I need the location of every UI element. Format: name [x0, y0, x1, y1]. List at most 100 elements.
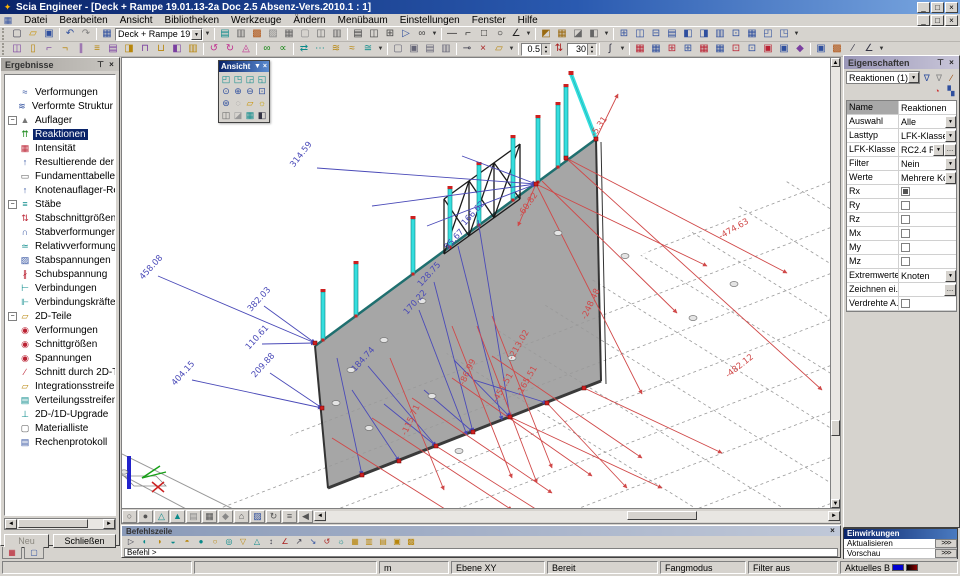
- tree-item-materialliste[interactable]: ▢Materialliste: [5, 421, 115, 435]
- checkbox-verdrehte a...[interactable]: [901, 299, 910, 308]
- grid-a-icon[interactable]: ▦: [348, 537, 362, 548]
- project-combo-more[interactable]: ▼: [203, 27, 212, 41]
- scale-apply-icon[interactable]: ⇅: [551, 42, 567, 56]
- project-combo[interactable]: Deck + Rampe 19.01▼: [115, 28, 203, 41]
- view-axo-icon[interactable]: ◱: [256, 73, 268, 85]
- coord-rotate-icon[interactable]: ↺: [320, 537, 334, 548]
- coord-polar-icon[interactable]: ☼: [334, 537, 348, 548]
- scroll-down-icon[interactable]: ▼: [831, 499, 840, 508]
- filter-a-icon[interactable]: ∇: [921, 72, 932, 84]
- window-tile-dropdown[interactable]: ▼: [792, 27, 801, 41]
- tree-item-2d-1d-upgrade[interactable]: ⊥2D-/1D-Upgrade: [5, 407, 115, 421]
- checkbox-rz[interactable]: [901, 215, 910, 224]
- print-group-dropdown[interactable]: ▼: [430, 27, 439, 41]
- ellipsis-button[interactable]: …: [944, 144, 956, 156]
- load-case-1-icon[interactable]: ▦: [632, 42, 648, 56]
- hscroll-left-icon[interactable]: ◄: [314, 511, 326, 521]
- window-tile-9-icon[interactable]: ▦: [744, 27, 760, 41]
- edit-icon[interactable]: ∕: [946, 72, 957, 84]
- window-tile-5-icon[interactable]: ◧: [680, 27, 696, 41]
- line-tool-icon[interactable]: —: [444, 27, 460, 41]
- minimize-button[interactable]: _: [917, 2, 930, 13]
- tree-item-schubspannung[interactable]: ∦Schubspannung: [5, 267, 115, 281]
- load-case-4-icon[interactable]: ⊞: [680, 42, 696, 56]
- show-results-icon[interactable]: ▨: [250, 510, 265, 523]
- wall-icon[interactable]: ∥: [73, 42, 89, 56]
- snap-grid-icon[interactable]: ○: [208, 537, 222, 548]
- schliessen-button[interactable]: Schließen: [53, 534, 116, 548]
- property-value[interactable]: Alle▼: [899, 115, 956, 128]
- load-case-2-icon[interactable]: ▦: [648, 42, 664, 56]
- tree-item-verbindungen[interactable]: ⊢Verbindungen: [5, 281, 115, 295]
- close-button[interactable]: ×: [945, 2, 958, 13]
- window-tile-8-icon[interactable]: ⊡: [728, 27, 744, 41]
- ellipsis-button[interactable]: …: [944, 284, 956, 296]
- menu-hilfe[interactable]: Hilfe: [512, 14, 544, 27]
- tree-item-relativverformung[interactable]: ≃Relativverformung: [5, 239, 115, 253]
- load-panel-icon[interactable]: ▣: [776, 42, 792, 56]
- panel-icon[interactable]: ⊔: [153, 42, 169, 56]
- tree-item-resultierende-der-reaktione[interactable]: ↑Resultierende der Reaktione: [5, 155, 115, 169]
- pin-icon[interactable]: ⊤: [95, 60, 106, 70]
- attachment-icon[interactable]: ∞: [414, 27, 430, 41]
- light-icon[interactable]: ☼: [256, 97, 268, 109]
- snap-center-icon[interactable]: ◒: [166, 537, 180, 548]
- tree-item-intensit-t[interactable]: ▦Intensität: [5, 141, 115, 155]
- show-local-axes-icon[interactable]: ⌂: [234, 510, 249, 523]
- rectangle-tool-icon[interactable]: □: [476, 27, 492, 41]
- menu-werkzeuge[interactable]: Werkzeuge: [225, 14, 287, 27]
- support-node[interactable]: [313, 341, 317, 345]
- scroll-thumb[interactable]: [18, 519, 88, 528]
- tree-item-fundamenttabelle[interactable]: ▭Fundamenttabelle: [5, 169, 115, 183]
- coord-angle-icon[interactable]: ∠: [278, 537, 292, 548]
- results-dropdown[interactable]: ▼: [877, 42, 886, 56]
- beam-member-icon[interactable]: ◫: [9, 42, 25, 56]
- undo-icon[interactable]: ↶: [62, 27, 78, 41]
- ansicht-palette-header[interactable]: Ansicht ▼ ×: [219, 61, 269, 72]
- new-document-icon[interactable]: ▢: [9, 27, 25, 41]
- edit-angle-icon[interactable]: ∠: [861, 42, 877, 56]
- tree-item-verformungen[interactable]: ≈Verformungen: [5, 85, 115, 99]
- open-folder-icon[interactable]: ▱: [25, 27, 41, 41]
- window-tile-6-icon[interactable]: ◨: [696, 27, 712, 41]
- support-node[interactable]: [582, 386, 586, 390]
- view-params-icon[interactable]: ≡: [282, 510, 297, 523]
- support-node[interactable]: [397, 459, 401, 463]
- tree-item-integrationsstreifen[interactable]: ▱Integrationsstreifen: [5, 379, 115, 393]
- chevron-down-icon[interactable]: ▼: [945, 172, 956, 184]
- tree-item-stabschnittgr-en[interactable]: ⇅Stabschnittgrößen: [5, 211, 115, 225]
- window-tile-7-icon[interactable]: ▥: [712, 27, 728, 41]
- child-restore-button[interactable]: □: [931, 15, 944, 26]
- calculator-icon[interactable]: ⊞: [382, 27, 398, 41]
- palette-close-icon[interactable]: ×: [263, 63, 267, 70]
- close-icon[interactable]: ×: [946, 58, 957, 68]
- tree-item-rechenprotokoll[interactable]: ▤Rechenprotokoll: [5, 435, 115, 449]
- save-icon[interactable]: ▣: [41, 27, 57, 41]
- tree-item-verteilungsstreifen[interactable]: ▤Verteilungsstreifen: [5, 393, 115, 407]
- window-tile-2-icon[interactable]: ◫: [632, 27, 648, 41]
- tree-item-verformte-struktur[interactable]: ≋Verformte Struktur: [5, 99, 115, 113]
- snap-node-icon[interactable]: ●: [194, 537, 208, 548]
- load-group-icon[interactable]: ⊡: [728, 42, 744, 56]
- view-top-icon[interactable]: ◲: [244, 73, 256, 85]
- grid-d-icon[interactable]: ▣: [390, 537, 404, 548]
- show-members-icon[interactable]: ▲: [170, 510, 185, 523]
- load-case-3-icon[interactable]: ⊞: [664, 42, 680, 56]
- tree-item-reaktionen[interactable]: ⇈Reaktionen: [5, 127, 115, 141]
- show-labels-icon[interactable]: ◆: [218, 510, 233, 523]
- render-wire-icon[interactable]: ○: [122, 510, 137, 523]
- toolbar-grip[interactable]: [2, 28, 6, 40]
- property-value[interactable]: [899, 199, 956, 212]
- gallery-icon[interactable]: ▩: [249, 27, 265, 41]
- printer-icon[interactable]: ▤: [350, 27, 366, 41]
- slab-icon[interactable]: ▥: [185, 42, 201, 56]
- scroll-right-icon[interactable]: ►: [103, 519, 115, 529]
- property-value[interactable]: LFK-Klasse▼: [899, 129, 956, 142]
- checkbox-mx[interactable]: [901, 229, 910, 238]
- render-shade-icon[interactable]: ●: [138, 510, 153, 523]
- close-icon[interactable]: ×: [106, 60, 117, 70]
- print-preview-icon[interactable]: ◫: [366, 27, 382, 41]
- snap-end-icon[interactable]: ◑: [152, 537, 166, 548]
- color-palette-icon[interactable]: ◔: [931, 85, 943, 97]
- checkbox-mz[interactable]: [901, 257, 910, 266]
